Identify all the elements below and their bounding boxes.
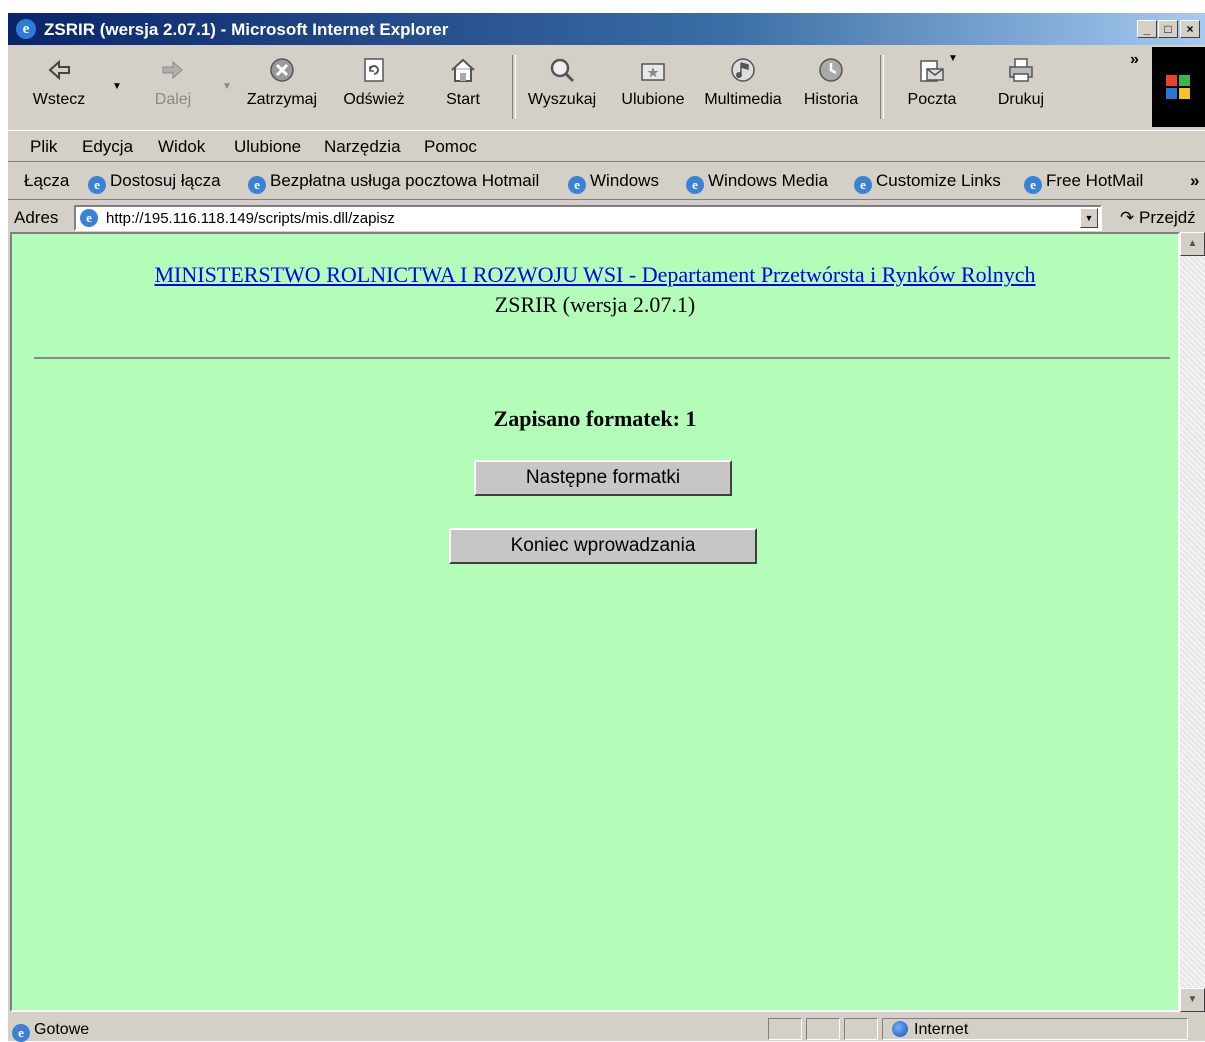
forward-label: Dalej (154, 91, 192, 108)
status-cell (806, 1018, 840, 1040)
links-bar: Łącza e Dostosuj łącza e Bezpłatna usługa … (8, 164, 1205, 200)
back-label: Wstecz (32, 91, 86, 108)
menu-tools[interactable]: Narzędzia (324, 137, 401, 157)
next-forms-button[interactable]: Następne formatki (474, 460, 732, 496)
forward-dropdown-icon[interactable]: ▼ (222, 81, 232, 92)
windows-logo-icon (1152, 47, 1205, 127)
go-arrow-icon: ↷ (1120, 208, 1135, 227)
zone-indicator: Internet (892, 1021, 968, 1039)
link-item[interactable]: e Windows (568, 171, 659, 194)
link-item[interactable]: e Customize Links (854, 171, 1001, 194)
home-button[interactable]: Start (434, 51, 492, 123)
favorites-label: Ulubione (621, 91, 685, 108)
refresh-label: Odśwież (343, 91, 405, 108)
menu-help[interactable]: Pomoc (424, 137, 477, 157)
home-icon (451, 58, 475, 82)
printer-icon (1009, 58, 1033, 82)
address-dropdown-icon[interactable]: ▼ (1080, 208, 1098, 228)
refresh-icon (364, 58, 384, 82)
favorites-button[interactable]: Ulubione (616, 51, 690, 123)
link-item[interactable]: e Dostosuj łącza (88, 171, 221, 194)
stop-button[interactable]: Zatrzymaj (242, 51, 322, 123)
ie-page-icon: e (686, 176, 704, 194)
ie-page-icon: e (854, 176, 872, 194)
back-dropdown-icon[interactable]: ▼ (112, 81, 122, 92)
saved-forms-message: Zapisano formatek: 1 (493, 406, 697, 431)
forward-arrow-icon (162, 60, 183, 80)
search-icon (550, 58, 575, 83)
page-content: MINISTERSTWO ROLNICTWA I ROZWOJU WSI - D… (10, 232, 1180, 1012)
standard-toolbar: Wstecz ▼ Dalej ▼ Zatrzymaj Odśwież Start… (8, 47, 1205, 127)
menu-edit[interactable]: Edycja (82, 137, 133, 157)
back-arrow-icon (48, 59, 70, 81)
ministry-link[interactable]: MINISTERSTWO ROLNICTWA I ROZWOJU WSI - D… (12, 262, 1178, 288)
menu-favorites[interactable]: Ulubione (234, 137, 301, 157)
mail-label: Poczta (907, 91, 957, 108)
refresh-button[interactable]: Odśwież (336, 51, 412, 123)
mail-dropdown-icon[interactable]: ▼ (948, 53, 958, 64)
history-button[interactable]: Historia (798, 51, 864, 123)
menu-file[interactable]: Plik (30, 137, 57, 157)
scroll-up-icon[interactable]: ▲ (1180, 232, 1205, 256)
status-cell (844, 1018, 878, 1040)
menu-bar: Plik Edycja Widok Ulubione Narzędzia Pom… (8, 130, 1205, 162)
status-text: e Gotowe (12, 1021, 89, 1042)
ie-page-icon: e (1024, 176, 1042, 194)
globe-icon (892, 1021, 908, 1037)
address-url[interactable]: http://195.116.118.149/scripts/mis.dll/z… (106, 210, 395, 227)
status-bar: e Gotowe Internet (8, 1016, 1205, 1042)
home-label: Start (446, 91, 480, 108)
link-item[interactable]: e Bezpłatna usługa pocztowa Hotmail (248, 171, 539, 194)
ie-page-icon: e (88, 176, 106, 194)
link-item[interactable]: e Windows Media (686, 171, 828, 194)
media-icon (731, 58, 755, 82)
mail-button[interactable]: Poczta (890, 51, 974, 123)
go-button[interactable]: ↷ Przejdź (1120, 208, 1196, 228)
ie-page-icon: e (568, 176, 586, 194)
close-button[interactable]: × (1180, 20, 1200, 38)
vertical-scrollbar[interactable]: ▲ ▼ (1180, 232, 1205, 1012)
ie-page-icon: e (248, 176, 266, 194)
status-cell (768, 1018, 802, 1040)
stop-label: Zatrzymaj (246, 91, 318, 108)
toolbar-separator (512, 55, 516, 119)
mail-icon (920, 60, 944, 82)
ie-logo-icon: e (16, 19, 36, 39)
browser-window: e ZSRIR (wersja 2.07.1) - Microsoft Inte… (8, 13, 1205, 1042)
forward-button[interactable]: Dalej (138, 51, 208, 123)
window-title: ZSRIR (wersja 2.07.1) - Microsoft Intern… (44, 20, 449, 39)
ie-page-icon: e (80, 209, 98, 227)
print-label: Drukuj (997, 91, 1045, 108)
links-more-icon[interactable]: » (1190, 171, 1199, 191)
app-version-subtitle: ZSRIR (wersja 2.07.1) (494, 292, 696, 317)
media-button[interactable]: Multimedia (698, 51, 788, 123)
scroll-down-icon[interactable]: ▼ (1180, 988, 1205, 1012)
address-bar: Adres e http://195.116.118.149/scripts/m… (8, 200, 1205, 236)
search-label: Wyszukaj (527, 91, 597, 108)
title-bar: e ZSRIR (wersja 2.07.1) - Microsoft Inte… (8, 13, 1205, 45)
minimize-button[interactable]: _ (1137, 20, 1157, 38)
address-label: Adres (14, 208, 59, 227)
horizontal-rule (34, 357, 1170, 359)
favorites-folder-icon (641, 63, 665, 81)
address-input[interactable]: e http://195.116.118.149/scripts/mis.dll… (74, 205, 1102, 231)
history-icon (819, 58, 843, 82)
print-button[interactable]: Drukuj (986, 51, 1056, 123)
ie-page-icon: e (12, 1024, 30, 1042)
stop-icon (270, 58, 294, 82)
media-label: Multimedia (704, 91, 782, 108)
menu-view[interactable]: Widok (158, 137, 205, 157)
search-button[interactable]: Wyszukaj (520, 51, 604, 123)
link-item[interactable]: e Free HotMail (1024, 171, 1143, 194)
maximize-button[interactable]: □ (1158, 20, 1178, 38)
toolbar-more-icon[interactable]: » (1130, 51, 1139, 69)
history-label: Historia (803, 91, 859, 108)
end-entry-button[interactable]: Koniec wprowadzania (449, 528, 757, 564)
toolbar-separator (880, 55, 884, 119)
links-label: Łącza (24, 171, 70, 190)
back-button[interactable]: Wstecz (24, 51, 94, 123)
